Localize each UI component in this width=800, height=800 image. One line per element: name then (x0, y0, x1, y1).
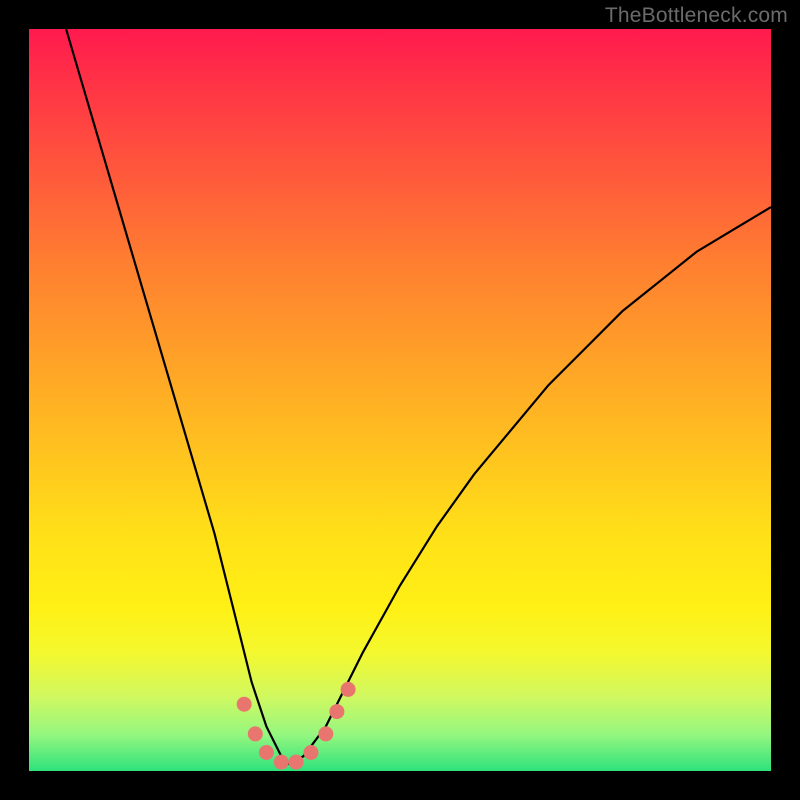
chart-frame: TheBottleneck.com (0, 0, 800, 800)
marker-dot (237, 697, 252, 712)
marker-dot (304, 745, 319, 760)
marker-dot (341, 682, 356, 697)
bottleneck-curve (66, 29, 771, 764)
plot-area (29, 29, 771, 771)
marker-dot (274, 755, 289, 770)
marker-dot (259, 745, 274, 760)
watermark-text: TheBottleneck.com (605, 4, 788, 28)
marker-dot (329, 704, 344, 719)
marker-group (237, 682, 356, 770)
marker-dot (318, 726, 333, 741)
marker-dot (248, 726, 263, 741)
marker-dot (289, 755, 304, 770)
curve-layer (29, 29, 771, 771)
